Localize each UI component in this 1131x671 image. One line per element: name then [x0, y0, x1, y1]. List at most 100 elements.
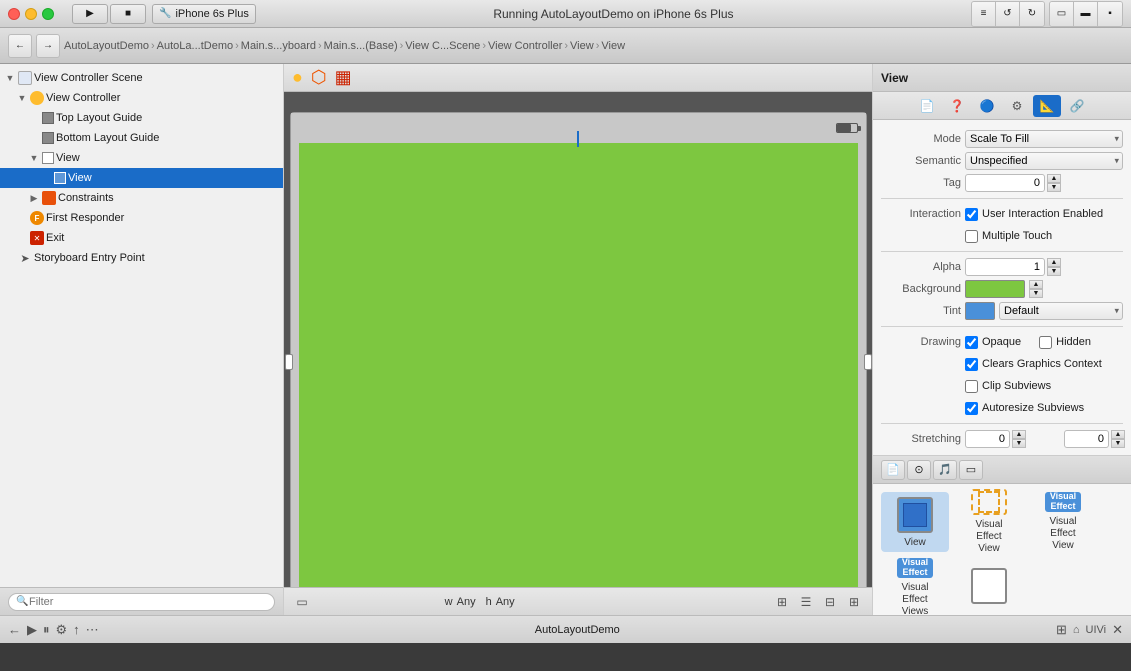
- breadcrumb-item-7[interactable]: View: [570, 40, 594, 52]
- grid-icon[interactable]: ⊞: [1056, 622, 1067, 638]
- tree-item-view-parent[interactable]: View: [0, 148, 283, 168]
- run-button[interactable]: ▶: [72, 4, 108, 24]
- full-pane-button[interactable]: ▪: [1098, 2, 1122, 26]
- tab-connections[interactable]: 🔗: [1063, 95, 1091, 117]
- obj-item-visual-effect-3[interactable]: VisualEffect VisualEffectViews: [881, 558, 949, 615]
- stack-icon[interactable]: ⬡: [311, 67, 327, 88]
- left-arrow-icon[interactable]: ←: [8, 622, 21, 637]
- breadcrumb-item-4[interactable]: Main.s...(Base): [324, 40, 398, 52]
- nav-forward-button[interactable]: →: [36, 34, 60, 58]
- tag-step-up[interactable]: ▲: [1047, 174, 1061, 183]
- autoresize-checkbox[interactable]: [965, 402, 978, 415]
- background-stepper[interactable]: ▲ ▼: [1029, 280, 1043, 298]
- close-button[interactable]: [8, 8, 20, 20]
- main-view[interactable]: [299, 143, 858, 587]
- disclosure-icon[interactable]: [28, 192, 40, 204]
- breadcrumb-item-8[interactable]: View: [601, 40, 625, 52]
- obj-item-visual-effect-2[interactable]: VisualEffect VisualEffectView: [1029, 492, 1097, 552]
- resize-handle-left[interactable]: [285, 354, 293, 370]
- tree-item-first-responder[interactable]: F First Responder: [0, 208, 283, 228]
- tree-item-view-controller-scene[interactable]: View Controller Scene: [0, 68, 283, 88]
- tag-step-down[interactable]: ▼: [1047, 183, 1061, 192]
- share-icon[interactable]: ↑: [73, 622, 80, 637]
- obj-tab-file[interactable]: 📄: [881, 460, 905, 480]
- pause-icon[interactable]: ⏸: [43, 622, 50, 638]
- disclosure-icon[interactable]: [28, 152, 40, 164]
- user-interaction-checkbox[interactable]: [965, 208, 978, 221]
- aspect-button[interactable]: ⊟: [820, 592, 840, 612]
- constraint-button[interactable]: ⊞: [844, 592, 864, 612]
- obj-tab-placeholder[interactable]: ⊙: [907, 460, 931, 480]
- x-step-down[interactable]: ▼: [1012, 439, 1026, 448]
- y-step-down[interactable]: ▼: [1111, 439, 1125, 448]
- y-step-up[interactable]: ▲: [1111, 430, 1125, 439]
- y-stepper[interactable]: ▲ ▼: [1111, 430, 1125, 448]
- tint-color-box[interactable]: [965, 302, 995, 320]
- clears-graphics-checkbox[interactable]: [965, 358, 978, 371]
- tag-input[interactable]: [965, 174, 1045, 192]
- split-pane-button[interactable]: ▬: [1074, 2, 1098, 26]
- x-step-up[interactable]: ▲: [1012, 430, 1026, 439]
- bg-step-up[interactable]: ▲: [1029, 280, 1043, 289]
- tree-item-constraints[interactable]: Constraints: [0, 188, 283, 208]
- minimize-button[interactable]: [25, 8, 37, 20]
- center-button[interactable]: ↺: [996, 2, 1020, 26]
- scheme-selector[interactable]: 🔧 iPhone 6s Plus: [152, 4, 256, 24]
- obj-tab-media[interactable]: 🎵: [933, 460, 957, 480]
- tree-item-top-layout-guide[interactable]: Top Layout Guide: [0, 108, 283, 128]
- semantic-select[interactable]: Unspecified: [965, 152, 1123, 170]
- alpha-input[interactable]: [965, 258, 1045, 276]
- disclosure-icon[interactable]: [4, 72, 16, 84]
- tree-item-exit[interactable]: ✕ Exit: [0, 228, 283, 248]
- alpha-step-up[interactable]: ▲: [1047, 258, 1061, 267]
- more-icon[interactable]: ⋯: [86, 622, 99, 638]
- breadcrumb-item-6[interactable]: View Controller: [488, 40, 562, 52]
- list-view-button[interactable]: ☰: [796, 592, 816, 612]
- frame-button[interactable]: ▭: [292, 592, 312, 612]
- obj-item-visual-effect[interactable]: VisualEffectView: [955, 492, 1023, 552]
- tab-file[interactable]: 📄: [913, 95, 941, 117]
- obj-item-gray-view[interactable]: [955, 558, 1023, 615]
- obj-item-view[interactable]: View: [881, 492, 949, 552]
- maximize-button[interactable]: [42, 8, 54, 20]
- breadcrumb-item-2[interactable]: AutoLa...tDemo: [157, 40, 233, 52]
- stretching-x-input[interactable]: [965, 430, 1010, 448]
- mode-select[interactable]: Scale To Fill: [965, 130, 1123, 148]
- canvas-content[interactable]: [284, 92, 872, 587]
- obj-tab-objects[interactable]: ▭: [959, 460, 983, 480]
- alpha-step-down[interactable]: ▼: [1047, 267, 1061, 276]
- alpha-stepper[interactable]: ▲ ▼: [1047, 258, 1061, 276]
- tab-identity[interactable]: 🔵: [973, 95, 1001, 117]
- tab-attributes[interactable]: ⚙: [1003, 95, 1031, 117]
- tree-item-view-selected[interactable]: View: [0, 168, 283, 188]
- nav-back-button[interactable]: ←: [8, 34, 32, 58]
- hidden-checkbox[interactable]: [1039, 336, 1052, 349]
- x-stepper[interactable]: ▲ ▼: [1012, 430, 1026, 448]
- filter-input[interactable]: [8, 593, 275, 611]
- breadcrumb-item-3[interactable]: Main.s...yboard: [241, 40, 316, 52]
- tag-stepper[interactable]: ▲ ▼: [1047, 174, 1061, 192]
- circle-icon[interactable]: ●: [292, 67, 303, 88]
- bg-step-down[interactable]: ▼: [1029, 289, 1043, 298]
- multiple-touch-checkbox[interactable]: [965, 230, 978, 243]
- clip-subviews-checkbox[interactable]: [965, 380, 978, 393]
- single-pane-button[interactable]: ▭: [1050, 2, 1074, 26]
- disclosure-icon[interactable]: [16, 92, 28, 104]
- breadcrumb-item-1[interactable]: AutoLayoutDemo: [64, 40, 149, 52]
- background-color-well[interactable]: [965, 280, 1025, 298]
- breadcrumb-item-5[interactable]: View C...Scene: [405, 40, 480, 52]
- opaque-checkbox[interactable]: [965, 336, 978, 349]
- resize-handle-right[interactable]: [864, 354, 872, 370]
- grid-view-button[interactable]: ⊞: [772, 592, 792, 612]
- grid-icon[interactable]: ▦: [335, 67, 352, 88]
- tree-item-bottom-layout-guide[interactable]: Bottom Layout Guide: [0, 128, 283, 148]
- settings-icon[interactable]: ⚙: [56, 622, 68, 638]
- align-left-button[interactable]: ≡: [972, 2, 996, 26]
- forward-button[interactable]: ↻: [1020, 2, 1044, 26]
- tab-quick-help[interactable]: ❓: [943, 95, 971, 117]
- close-icon[interactable]: ✕: [1112, 622, 1123, 638]
- tree-item-storyboard-entry[interactable]: ➤ Storyboard Entry Point: [0, 248, 283, 268]
- play-icon[interactable]: ▶: [27, 622, 37, 638]
- stop-button[interactable]: ■: [110, 4, 146, 24]
- stretching-y-input[interactable]: [1064, 430, 1109, 448]
